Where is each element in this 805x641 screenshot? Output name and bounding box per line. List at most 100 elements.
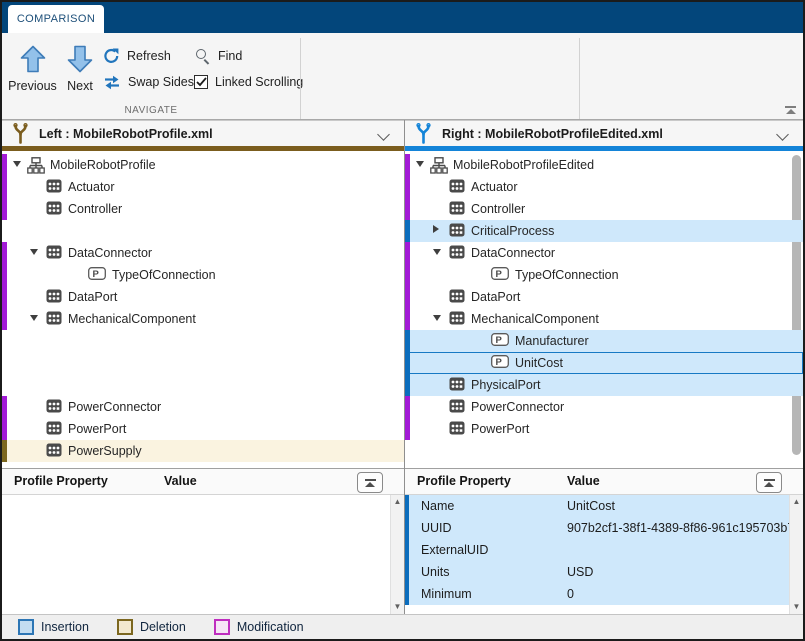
scrollbar[interactable]: ▲ ▼: [789, 495, 803, 614]
scroll-down-icon[interactable]: ▼: [391, 600, 404, 614]
linked-scrolling-label: Linked Scrolling: [215, 75, 303, 89]
refresh-icon: [103, 48, 120, 64]
collapse-arrow-icon[interactable]: [433, 249, 441, 255]
deletion-change-bar: [2, 440, 7, 462]
tree-row[interactable]: DataConnector: [405, 242, 803, 264]
tree-row[interactable]: PhysicalPort: [405, 374, 803, 396]
tree-row-empty: [2, 330, 404, 352]
tree-item-label: PowerConnector: [471, 400, 564, 414]
arrow-down-icon: [67, 44, 93, 74]
expand-arrow-icon[interactable]: [433, 225, 439, 233]
modification-change-bar: [405, 308, 410, 330]
tree-row[interactable]: PowerSupply: [2, 440, 404, 462]
tree-item-label: Controller: [68, 202, 122, 216]
property-row[interactable]: UnitsUSD: [405, 561, 789, 583]
scroll-up-icon[interactable]: ▲: [790, 495, 803, 509]
legend-label: Deletion: [140, 620, 186, 634]
search-icon: [194, 48, 211, 65]
tree-row[interactable]: PowerConnector: [405, 396, 803, 418]
left-file-title: Left : MobileRobotProfile.xml: [39, 127, 213, 141]
stereotype-icon: [46, 399, 62, 413]
toolbar: Previous Next Refresh Swap Sides Find: [2, 33, 803, 120]
tree-row[interactable]: Controller: [2, 198, 404, 220]
right-property-header: Profile Property Value: [405, 469, 803, 495]
property-name: ExternalUID: [421, 543, 488, 557]
property-icon: P: [88, 267, 106, 280]
tree-item-label: PhysicalPort: [471, 378, 540, 392]
property-name: Minimum: [421, 587, 472, 601]
property-value: UnitCost: [567, 499, 615, 513]
modification-change-bar: [405, 154, 410, 176]
property-value: 0: [567, 587, 574, 601]
checkbox-checked-icon[interactable]: [194, 75, 208, 89]
find-button[interactable]: Find: [194, 45, 242, 67]
profile-root-icon: [27, 157, 45, 174]
comparison-tool-window: COMPARISON Previous Next Refresh: [0, 0, 805, 641]
stereotype-icon: [449, 421, 465, 435]
swap-sides-button-label: Swap Sides: [128, 75, 194, 89]
previous-button[interactable]: Previous: [5, 37, 60, 115]
tree-row[interactable]: PowerPort: [2, 418, 404, 440]
tree-row[interactable]: DataPort: [2, 286, 404, 308]
stereotype-icon: [46, 443, 62, 457]
scroll-up-icon[interactable]: ▲: [391, 495, 404, 509]
tree-row[interactable]: PowerConnector: [2, 396, 404, 418]
collapse-arrow-icon[interactable]: [13, 161, 21, 167]
linked-scrolling-toggle[interactable]: Linked Scrolling: [194, 71, 303, 93]
collapse-arrow-icon[interactable]: [433, 315, 441, 321]
chevron-down-icon[interactable]: [377, 128, 390, 141]
tree-row[interactable]: CriticalProcess: [405, 220, 803, 242]
tab-comparison[interactable]: COMPARISON: [8, 5, 104, 33]
property-row[interactable]: Minimum 0: [405, 583, 789, 605]
collapse-arrow-icon[interactable]: [416, 161, 424, 167]
property-name: Name: [421, 499, 454, 513]
tree-row[interactable]: PTypeOfConnection: [405, 264, 803, 286]
legend-item-insertion: Insertion: [18, 619, 89, 635]
scroll-down-icon[interactable]: ▼: [790, 600, 803, 614]
tab-comparison-label: COMPARISON: [17, 13, 95, 25]
collapse-panel-icon: [764, 479, 775, 481]
right-file-header[interactable]: Right : MobileRobotProfileEdited.xml: [405, 120, 803, 146]
tree-row[interactable]: DataConnector: [2, 242, 404, 264]
collapse-panel-button[interactable]: [357, 472, 383, 493]
tree-item-label: Actuator: [471, 180, 518, 194]
tree-row[interactable]: Actuator: [405, 176, 803, 198]
svg-text:P: P: [93, 269, 100, 280]
tree-row[interactable]: MechanicalComponent: [2, 308, 404, 330]
tree-row[interactable]: PowerPort: [405, 418, 803, 440]
tree-row[interactable]: PManufacturer: [405, 330, 803, 352]
modification-change-bar: [405, 396, 410, 418]
chevron-down-icon[interactable]: [776, 128, 789, 141]
swap-sides-button[interactable]: Swap Sides: [103, 71, 194, 93]
tree-row[interactable]: Actuator: [2, 176, 404, 198]
tree-row[interactable]: MobileRobotProfile: [2, 154, 404, 176]
collapse-panel-button[interactable]: [756, 472, 782, 493]
previous-button-label: Previous: [8, 79, 57, 93]
legend-item-modification: Modification: [214, 619, 304, 635]
collapse-arrow-icon[interactable]: [30, 315, 38, 321]
tree-row[interactable]: MechanicalComponent: [405, 308, 803, 330]
tree-row-empty: [2, 220, 404, 242]
right-property-panel: Profile Property Value Name UnitCost UUID9…: [405, 468, 803, 614]
collapse-arrow-icon[interactable]: [30, 249, 38, 255]
tree-row[interactable]: PUnitCost: [405, 352, 803, 374]
modification-change-bar: [2, 242, 7, 264]
tree-row[interactable]: DataPort: [405, 286, 803, 308]
property-row[interactable]: UUID907b2cf1-38f1-4389-8f86-961c195703b7: [405, 517, 789, 539]
modification-change-bar: [405, 418, 410, 440]
tree-item-label: DataPort: [471, 290, 520, 304]
scrollbar[interactable]: ▲ ▼: [390, 495, 404, 614]
insertion-color-swatch: [18, 619, 34, 635]
left-file-header[interactable]: Left : MobileRobotProfile.xml: [2, 120, 404, 146]
collapse-ribbon-button[interactable]: [785, 106, 796, 114]
property-row[interactable]: Name UnitCost: [405, 495, 789, 517]
modification-change-bar: [2, 198, 7, 220]
tree-row[interactable]: MobileRobotProfileEdited: [405, 154, 803, 176]
stereotype-icon: [46, 311, 62, 325]
tree-row[interactable]: Controller: [405, 198, 803, 220]
next-button[interactable]: Next: [60, 37, 100, 115]
diff-legend: Insertion Deletion Modification: [2, 614, 803, 639]
refresh-button[interactable]: Refresh: [103, 45, 171, 67]
property-row[interactable]: ExternalUID: [405, 539, 789, 561]
tree-row[interactable]: PTypeOfConnection: [2, 264, 404, 286]
